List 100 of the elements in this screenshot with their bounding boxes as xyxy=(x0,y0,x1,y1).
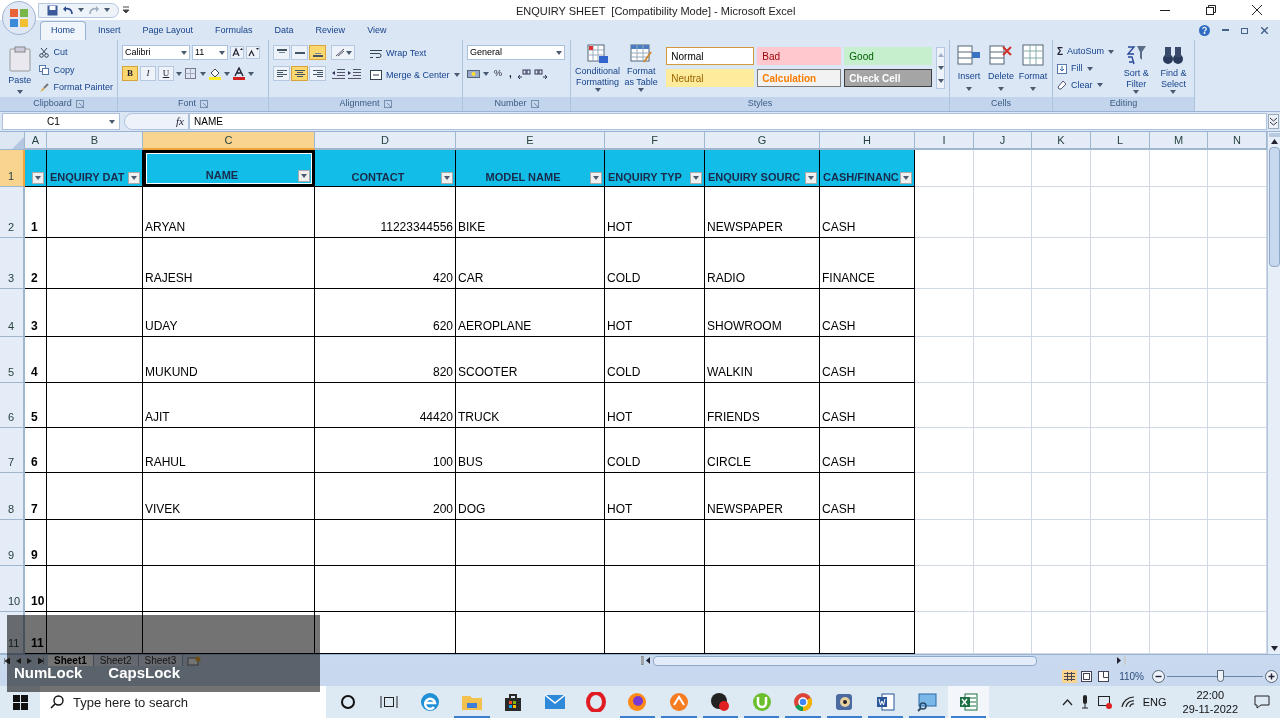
font-style-button[interactable]: B xyxy=(122,66,138,81)
merge-center-button[interactable]: Merge & Center xyxy=(370,68,460,82)
row-header[interactable]: 8 xyxy=(0,473,25,520)
font-color-icon[interactable] xyxy=(232,67,246,80)
ribbon-tab[interactable]: Formulas xyxy=(205,21,263,40)
insert-function-button[interactable]: fx xyxy=(176,113,184,130)
row-header[interactable]: 7 xyxy=(0,428,25,473)
paste-button[interactable]: Paste xyxy=(4,44,36,97)
header-cell[interactable]: CASH/FINANC xyxy=(820,150,915,187)
column-header[interactable]: I xyxy=(915,132,974,150)
filter-button[interactable] xyxy=(900,172,912,184)
scroll-thumb[interactable] xyxy=(1268,147,1280,267)
chevron-up-icon[interactable] xyxy=(1061,698,1073,706)
column-header[interactable]: C xyxy=(143,132,315,150)
row-header[interactable]: 10 xyxy=(0,566,25,612)
language-indicator[interactable]: ENG xyxy=(1142,693,1167,711)
percent-button[interactable]: % xyxy=(492,66,504,81)
scroll-up-icon[interactable] xyxy=(1270,139,1278,144)
zoom-out-icon[interactable] xyxy=(1152,669,1165,683)
split-handle-icon[interactable] xyxy=(1268,133,1280,137)
save-icon[interactable] xyxy=(47,4,58,16)
grow-font-icon[interactable] xyxy=(230,46,244,59)
vertical-align-button[interactable] xyxy=(309,45,326,60)
vertical-scrollbar[interactable] xyxy=(1267,132,1280,654)
close-icon[interactable] xyxy=(1261,26,1268,34)
ribbon-tab[interactable]: Data xyxy=(264,21,304,40)
wifi-icon[interactable] xyxy=(1120,696,1135,708)
increase-decimal-icon[interactable] xyxy=(516,67,531,80)
font-name-dropdown[interactable]: Calibri xyxy=(122,45,190,60)
format-painter-button[interactable]: Format Painter xyxy=(39,81,113,95)
zoom-in-icon[interactable] xyxy=(1265,669,1278,683)
autosum-button[interactable]: Σ AutoSum xyxy=(1057,44,1116,59)
column-header[interactable]: B xyxy=(47,132,143,150)
header-cell[interactable]: CONTACT xyxy=(315,150,456,187)
wrap-text-button[interactable]: Wrap Text xyxy=(370,47,460,61)
fill-button[interactable]: Fill xyxy=(1057,62,1116,76)
column-header[interactable]: E xyxy=(456,132,605,150)
horizontal-align-button[interactable] xyxy=(291,66,308,81)
expand-icon[interactable] xyxy=(1268,114,1279,129)
column-header[interactable]: F xyxy=(605,132,705,150)
cell-style-swatch[interactable]: Bad xyxy=(757,47,842,65)
camera-status-icon[interactable] xyxy=(1096,695,1113,709)
filter-button[interactable] xyxy=(590,172,602,184)
filter-button[interactable] xyxy=(690,172,702,184)
formula-input[interactable]: NAME xyxy=(189,113,1267,130)
page-break-view-icon[interactable] xyxy=(1096,669,1112,683)
column-header[interactable]: K xyxy=(1032,132,1091,150)
decrease-decimal-icon[interactable] xyxy=(533,67,548,80)
taskbar-app[interactable] xyxy=(947,686,990,718)
conditional-formatting-button[interactable]: Conditional Formatting xyxy=(575,44,621,97)
filter-button[interactable] xyxy=(298,170,310,182)
header-cell[interactable]: NAME xyxy=(143,150,315,187)
restore-icon[interactable] xyxy=(1241,26,1249,34)
scroll-right-icon[interactable] xyxy=(1116,656,1127,665)
notification-icon[interactable] xyxy=(1254,695,1270,709)
increase-indent-icon[interactable] xyxy=(347,67,362,80)
clear-button[interactable]: Clear xyxy=(1057,78,1116,92)
font-size-dropdown[interactable]: 11 xyxy=(192,45,228,60)
column-header[interactable]: M xyxy=(1150,132,1208,150)
clock-date[interactable]: 29-11-2022 xyxy=(1182,702,1238,716)
next-sheet-icon[interactable] xyxy=(27,657,32,664)
filter-button[interactable] xyxy=(128,172,140,184)
last-sheet-icon[interactable] xyxy=(38,657,44,664)
clock-time[interactable]: 22:00 xyxy=(1196,688,1225,702)
header-cell[interactable]: ENQUIRY DAT xyxy=(47,150,143,187)
fill-color-icon[interactable] xyxy=(208,67,222,80)
sheet-tab[interactable]: Sheet1 xyxy=(48,654,94,667)
decrease-indent-icon[interactable] xyxy=(331,67,346,80)
ribbon-tab[interactable]: View xyxy=(357,21,397,40)
column-header[interactable]: L xyxy=(1091,132,1150,150)
row-header[interactable]: 6 xyxy=(0,383,25,428)
vertical-align-button[interactable] xyxy=(273,45,290,60)
page-layout-view-icon[interactable] xyxy=(1079,669,1095,683)
row-header[interactable]: 9 xyxy=(0,520,25,566)
gallery-scrollbar[interactable] xyxy=(936,47,945,89)
help-icon[interactable] xyxy=(1199,24,1210,36)
comma-button[interactable]: , xyxy=(507,66,514,81)
normal-view-icon[interactable] xyxy=(1062,669,1078,683)
row-header[interactable]: 2 xyxy=(0,187,25,238)
number-format-dropdown[interactable]: General xyxy=(467,45,565,60)
vertical-align-button[interactable] xyxy=(291,45,308,60)
currency-icon[interactable] xyxy=(467,67,480,80)
borders-icon[interactable] xyxy=(184,67,198,80)
scroll-down-icon[interactable] xyxy=(1270,646,1278,651)
header-cell[interactable]: MODEL NAME xyxy=(456,150,605,187)
cut-button[interactable]: Cut xyxy=(39,46,113,60)
horizontal-align-button[interactable] xyxy=(273,66,290,81)
first-sheet-icon[interactable] xyxy=(4,657,10,664)
zoom-slider[interactable] xyxy=(1167,669,1263,683)
cells-button[interactable]: Delete xyxy=(986,44,1016,97)
cell-style-swatch[interactable]: Neutral xyxy=(666,69,755,87)
find-select-button[interactable]: Find & Select xyxy=(1156,44,1190,97)
header-cell[interactable]: ENQUIRY SOURC xyxy=(705,150,820,187)
cell-style-swatch[interactable]: Normal xyxy=(666,47,755,65)
ribbon-tab[interactable]: Page Layout xyxy=(132,21,204,40)
filter-button[interactable] xyxy=(805,172,817,184)
ribbon-tab[interactable]: Review xyxy=(305,21,356,40)
zoom-level[interactable]: 110% xyxy=(1119,668,1144,684)
row-header[interactable]: 4 xyxy=(0,289,25,337)
font-style-button[interactable]: I xyxy=(140,66,156,81)
